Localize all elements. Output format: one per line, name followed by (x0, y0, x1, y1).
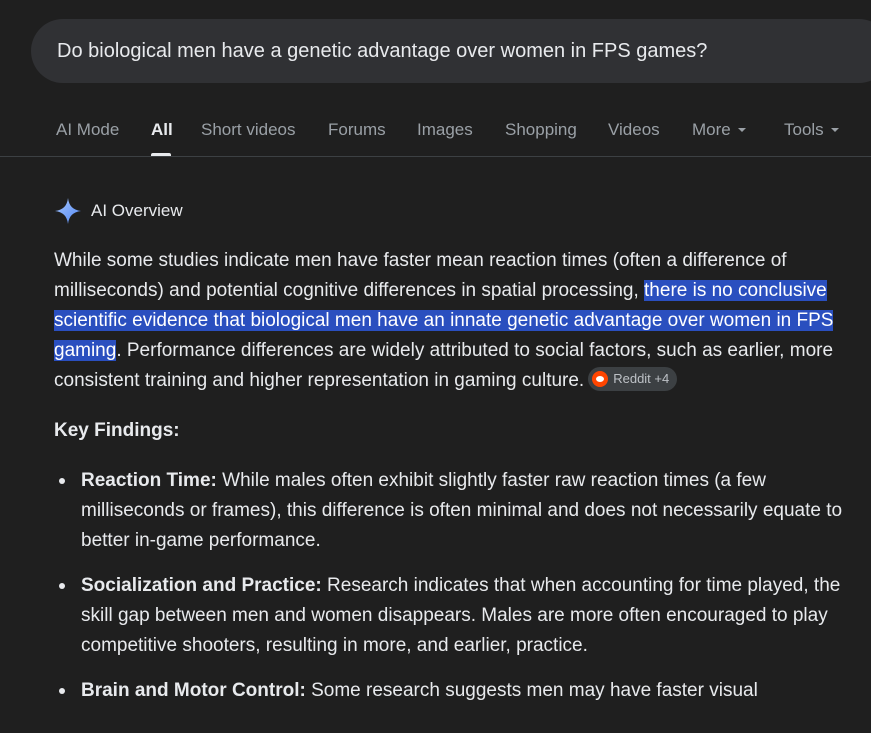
ai-overview-header: AI Overview (54, 197, 183, 225)
tab-shopping[interactable]: Shopping (505, 120, 577, 140)
active-tab-indicator (151, 153, 171, 156)
key-findings-title: Key Findings: (54, 420, 180, 441)
key-findings-list: Reaction Time: While males often exhibit… (54, 466, 854, 706)
search-bar[interactable]: Do biological men have a genetic advanta… (31, 19, 871, 83)
tab-forums[interactable]: Forums (328, 120, 386, 140)
finding-term: Brain and Motor Control: (81, 680, 306, 701)
tab-videos[interactable]: Videos (608, 120, 660, 140)
tab-short-videos[interactable]: Short videos (201, 120, 296, 140)
tab-more-label: More (692, 120, 731, 139)
tab-images[interactable]: Images (417, 120, 473, 140)
reddit-icon (592, 370, 609, 387)
finding-text: Some research suggests men may have fast… (305, 680, 758, 701)
search-input[interactable]: Do biological men have a genetic advanta… (57, 40, 707, 63)
finding-term: Reaction Time: (81, 470, 217, 491)
finding-term: Socialization and Practice: (81, 575, 322, 596)
ai-overview-title: AI Overview (91, 201, 183, 220)
summary-text-after: . Performance differences are widely att… (54, 340, 834, 391)
chevron-down-icon (737, 127, 746, 132)
search-tabs: AI Mode All Short videos Forums Images S… (0, 104, 871, 157)
source-chip[interactable]: Reddit +4 (588, 366, 678, 391)
list-item: Brain and Motor Control: Some research s… (59, 676, 854, 706)
tab-more[interactable]: More (692, 120, 746, 140)
chevron-down-icon (830, 127, 839, 132)
tab-ai-mode[interactable]: AI Mode (56, 120, 119, 140)
tab-tools[interactable]: Tools (784, 120, 839, 140)
tab-tools-label: Tools (784, 120, 824, 139)
list-item: Reaction Time: While males often exhibit… (59, 466, 854, 556)
sparkle-icon (55, 198, 81, 224)
tab-all[interactable]: All (151, 120, 173, 140)
list-item: Socialization and Practice: Research ind… (59, 571, 854, 661)
ai-overview-content: While some studies indicate men have fas… (54, 246, 854, 721)
ai-overview-summary: While some studies indicate men have fas… (54, 246, 854, 396)
search-results-page: Do biological men have a genetic advanta… (0, 0, 871, 733)
source-chip-label: Reddit +4 (613, 370, 670, 386)
